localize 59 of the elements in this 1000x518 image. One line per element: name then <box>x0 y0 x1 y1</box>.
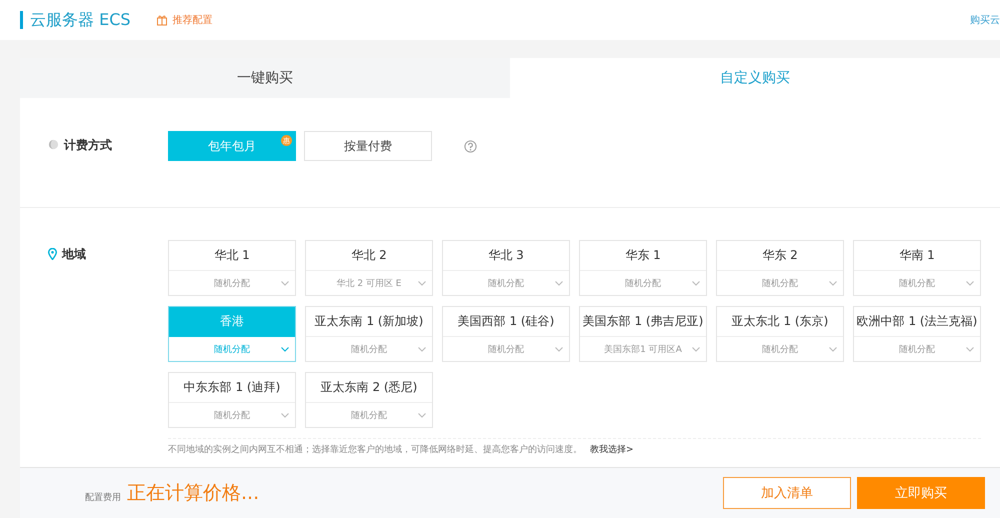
caret-icon <box>829 346 837 352</box>
zone-dropdown[interactable]: 随机分配 <box>717 337 843 361</box>
zone-dropdown[interactable]: 随机分配 <box>169 271 295 295</box>
region-option[interactable]: 中东东部 1 (迪拜) <box>169 373 295 403</box>
location-pin-icon <box>48 248 57 260</box>
zone-dropdown[interactable]: 随机分配 <box>443 337 569 361</box>
caret-icon <box>281 346 289 352</box>
region-option[interactable]: 美国西部 1 (硅谷) <box>443 307 569 337</box>
region-option[interactable]: 华东 2 <box>717 241 843 271</box>
zone-dropdown[interactable]: 随机分配 <box>580 271 706 295</box>
zone-dropdown[interactable]: 随机分配 <box>169 337 295 361</box>
caret-icon <box>418 346 426 352</box>
zone-dropdown[interactable]: 随机分配 <box>854 271 980 295</box>
region-option[interactable]: 华北 2 <box>306 241 432 271</box>
buy-link[interactable]: 购买云 <box>970 13 1000 27</box>
buy-now-button[interactable]: 立即购买 <box>857 477 985 509</box>
region-option[interactable]: 华东 1 <box>580 241 706 271</box>
zone-dropdown[interactable]: 随机分配 <box>306 403 432 427</box>
caret-icon <box>829 280 837 286</box>
region-option[interactable]: 华北 1 <box>169 241 295 271</box>
recommended-config-link[interactable]: 推荐配置 <box>172 13 213 27</box>
help-icon[interactable] <box>464 140 477 152</box>
region-note: 不同地域的实例之间内网互不相通；选择靠近您客户的地域，可降低网络时延、提高您客户的访问速度。 <box>168 444 582 456</box>
billing-icon <box>48 139 59 150</box>
zone-dropdown[interactable]: 随机分配 <box>169 403 295 427</box>
region-option[interactable]: 亚太东北 1 (东京) <box>717 307 843 337</box>
caret-icon <box>555 346 563 352</box>
region-option[interactable]: 华北 3 <box>443 241 569 271</box>
cost-label: 配置费用 <box>85 492 121 504</box>
region-option[interactable]: 华南 1 <box>854 241 980 271</box>
zone-dropdown[interactable]: 随机分配 <box>854 337 980 361</box>
caret-icon <box>692 280 700 286</box>
add-to-list-button[interactable]: 加入清单 <box>723 477 851 509</box>
page-title: 云服务器 ECS <box>20 11 131 29</box>
zone-dropdown[interactable]: 随机分配 <box>717 271 843 295</box>
zone-dropdown[interactable]: 华北 2 可用区 E <box>306 271 432 295</box>
help-link[interactable]: 教我选择> <box>590 443 634 456</box>
caret-icon <box>555 280 563 286</box>
region-option[interactable]: 香港 <box>169 307 295 337</box>
caret-icon <box>692 346 700 352</box>
caret-icon <box>966 346 974 352</box>
tab[interactable]: 一键购买 <box>20 58 510 98</box>
gift-icon <box>156 14 168 26</box>
zone-dropdown[interactable]: 随机分配 <box>443 271 569 295</box>
section-label: 计费方式 <box>64 137 112 154</box>
price-status: 正在计算价格... <box>127 481 260 506</box>
caret-icon <box>966 280 974 286</box>
caret-icon <box>281 280 289 286</box>
section-label: 地域 <box>62 246 86 263</box>
caret-icon <box>418 412 426 418</box>
caret-icon <box>418 280 426 286</box>
caret-icon <box>281 412 289 418</box>
region-option[interactable]: 亚太东南 2 (悉尼) <box>306 373 432 403</box>
zone-dropdown[interactable]: 随机分配 <box>306 337 432 361</box>
region-option[interactable]: 亚太东南 1 (新加坡) <box>306 307 432 337</box>
region-option[interactable]: 欧洲中部 1 (法兰克福) <box>854 307 980 337</box>
billing-option[interactable]: 按量付费 <box>304 131 432 161</box>
region-option[interactable]: 美国东部 1 (弗吉尼亚) <box>580 307 706 337</box>
zone-dropdown[interactable]: 美国东部1 可用区A <box>580 337 706 361</box>
